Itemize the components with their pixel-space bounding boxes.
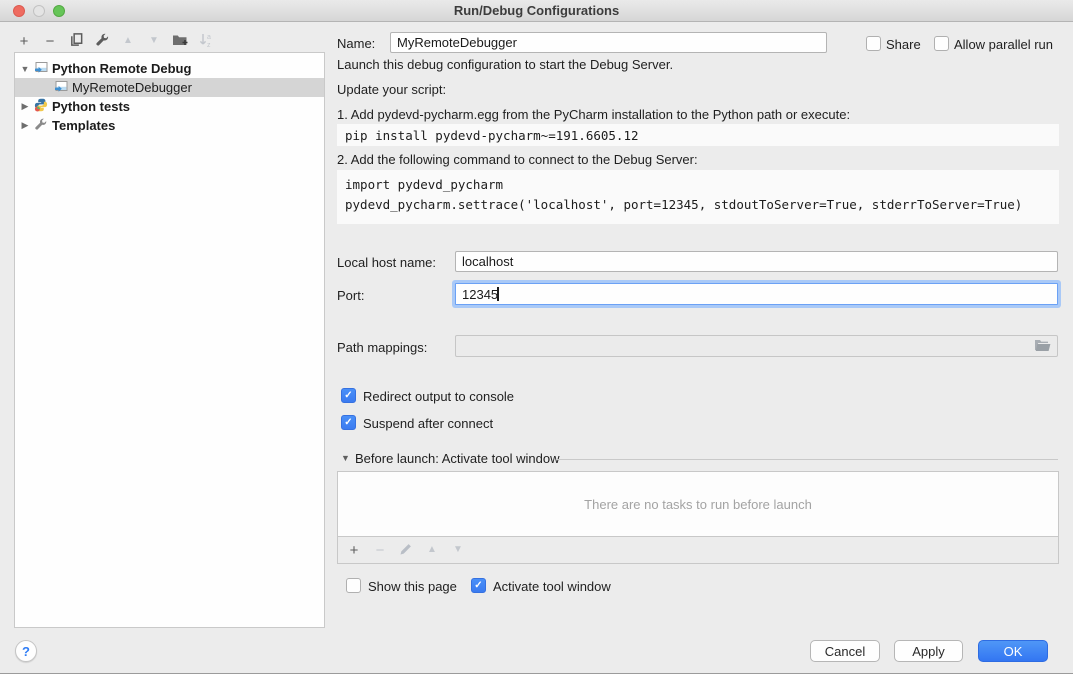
move-task-up-button[interactable]: ▲ [424,541,440,559]
allow-parallel-run-checkbox[interactable] [934,36,949,51]
python-tests-icon [34,98,48,115]
tree-item-label: Python tests [52,99,130,114]
plus-icon: + [350,543,359,558]
settrace-code: import pydevd_pycharm pydevd_pycharm.set… [337,170,1059,224]
share-label[interactable]: Share [886,37,921,52]
title-bar[interactable]: Run/Debug Configurations [0,0,1073,22]
tree-item-python-remote-debug[interactable]: ▼ Python Remote Debug [15,59,324,78]
settrace-code-line1: import pydevd_pycharm [345,175,1051,195]
tree-item-label: MyRemoteDebugger [72,80,192,95]
tree-item-templates[interactable]: ▶ Templates [15,116,324,135]
remote-debug-config-icon [34,61,48,77]
arrow-down-icon: ▼ [453,545,463,555]
before-launch-toolbar: + − ▲ ▼ [337,537,1059,564]
show-this-page-checkbox[interactable] [346,578,361,593]
arrow-up-icon: ▲ [123,36,133,46]
local-host-name-input[interactable] [455,251,1058,272]
suspend-after-connect-label[interactable]: Suspend after connect [363,416,493,431]
step2-text: 2. Add the following command to connect … [337,152,698,167]
move-task-down-button[interactable]: ▼ [450,541,466,559]
path-mappings-label: Path mappings: [337,340,427,355]
plus-icon: + [20,34,29,49]
tree-item-label: Templates [52,118,115,133]
allow-parallel-run-label[interactable]: Allow parallel run [954,37,1053,52]
step1-text: 1. Add pydevd-pycharm.egg from the PyCha… [337,107,850,122]
move-up-button[interactable]: ▲ [120,32,136,50]
section-divider [556,459,1058,460]
move-down-button[interactable]: ▼ [146,32,162,50]
check-icon: ✓ [344,390,352,401]
port-input[interactable] [455,283,1058,305]
tree-item-label: Python Remote Debug [52,61,191,76]
activate-tool-window-checkbox[interactable]: ✓ [471,578,486,593]
settrace-code-line2: pydevd_pycharm.settrace('localhost', por… [345,195,1051,215]
add-task-button[interactable]: + [346,541,362,559]
remote-debug-config-icon [54,80,68,96]
arrow-down-icon: ▼ [149,36,159,46]
svg-text:a: a [207,34,211,41]
configurations-toolbar: + − ▲ ▼ az [16,30,214,52]
check-icon: ✓ [474,580,482,591]
name-label: Name: [337,36,375,51]
svg-text:z: z [207,42,211,48]
minus-icon: − [46,34,55,49]
update-script-text: Update your script: [337,82,446,97]
wrench-icon [95,32,110,50]
remove-task-button[interactable]: − [372,541,388,559]
suspend-after-connect-checkbox[interactable]: ✓ [341,415,356,430]
tree-item-myremotedebugger-selected[interactable]: MyRemoteDebugger [15,78,324,97]
redirect-output-label[interactable]: Redirect output to console [363,389,514,404]
add-configuration-button[interactable]: + [16,32,32,50]
edit-task-button[interactable] [398,541,414,559]
edit-defaults-button[interactable] [94,32,110,50]
cancel-button[interactable]: Cancel [810,640,880,662]
sort-alpha-icon: az [198,32,214,51]
apply-button[interactable]: Apply [894,640,963,662]
share-checkbox[interactable] [866,36,881,51]
check-icon: ✓ [344,417,352,428]
name-input[interactable] [390,32,827,53]
ok-button[interactable]: OK [978,640,1048,662]
remove-configuration-button[interactable]: − [42,32,58,50]
create-folder-button[interactable] [172,32,188,50]
window-title: Run/Debug Configurations [0,3,1073,18]
port-label: Port: [337,288,364,303]
tree-item-python-tests[interactable]: ▶ Python tests [15,97,324,116]
chevron-right-icon[interactable]: ▶ [20,101,30,112]
before-launch-header[interactable]: Before launch: Activate tool window [355,451,560,466]
folder-add-icon [172,33,188,50]
redirect-output-checkbox[interactable]: ✓ [341,388,356,403]
pip-install-code: pip install pydevd-pycharm~=191.6605.12 [337,124,1059,146]
minus-icon: − [376,543,385,558]
text-caret [497,287,499,301]
intro-text: Launch this debug configuration to start… [337,57,673,72]
arrow-up-icon: ▲ [427,545,437,555]
help-button[interactable]: ? [15,640,37,662]
empty-tasks-message: There are no tasks to run before launch [584,497,812,512]
run-debug-configurations-dialog: Run/Debug Configurations + − ▲ ▼ az ▼ [0,0,1073,674]
chevron-down-icon[interactable]: ▼ [20,64,30,74]
configurations-tree: ▼ Python Remote Debug MyRemoteDebugger ▶… [14,52,325,628]
open-folder-icon[interactable] [1034,339,1051,352]
pencil-icon [399,542,413,559]
path-mappings-input[interactable] [455,335,1058,357]
help-icon: ? [22,644,30,659]
section-collapse-icon[interactable]: ▼ [341,453,350,463]
chevron-right-icon[interactable]: ▶ [20,120,30,131]
copy-icon [69,32,84,50]
before-launch-task-list[interactable]: There are no tasks to run before launch [337,471,1059,537]
activate-tool-window-label[interactable]: Activate tool window [493,579,611,594]
local-host-name-label: Local host name: [337,255,436,270]
copy-configuration-button[interactable] [68,32,84,50]
sort-configurations-button[interactable]: az [198,32,214,50]
show-this-page-label[interactable]: Show this page [368,579,457,594]
templates-wrench-icon [34,117,48,134]
